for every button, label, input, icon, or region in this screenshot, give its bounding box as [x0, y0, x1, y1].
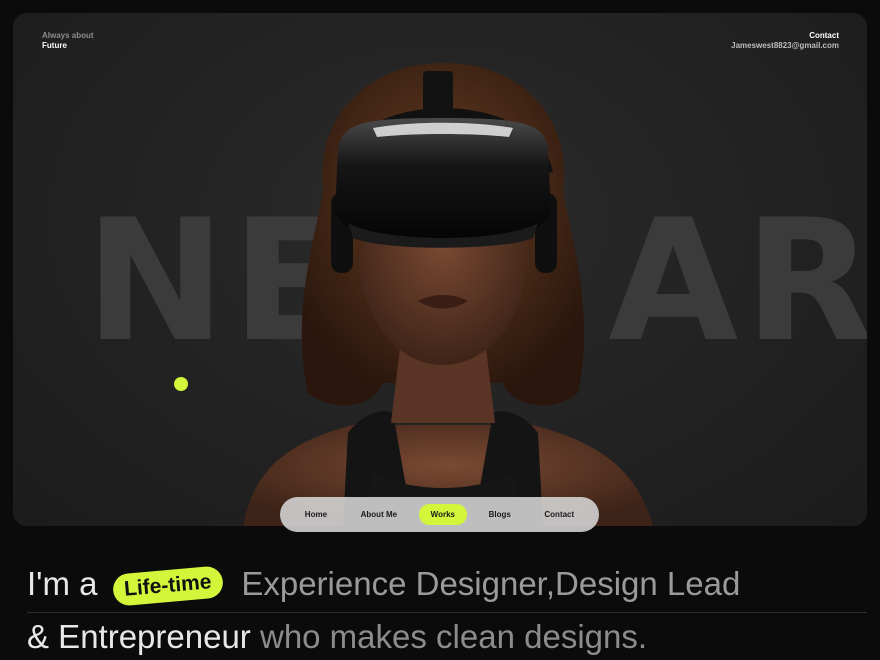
life-time-badge: Life-time [111, 565, 224, 607]
intro-line-2-lead: & Entrepreneur [27, 618, 251, 655]
contact-label: Contact [809, 31, 839, 40]
nav-item-blogs[interactable]: Blogs [477, 504, 523, 525]
intro-line-1-lead: I'm a [27, 565, 98, 602]
tagline-strong: Future [42, 41, 67, 50]
nav-item-contact[interactable]: Contact [532, 504, 586, 525]
contact-email-link[interactable]: Jameswest8823@gmail.com [731, 41, 839, 51]
main-nav: Home About Me Works Blogs Contact [280, 497, 599, 532]
nav-item-about-me[interactable]: About Me [349, 504, 409, 525]
intro-line-2-rest: who makes clean designs. [250, 618, 648, 655]
divider [27, 612, 867, 613]
nav-item-works[interactable]: Works [418, 504, 467, 525]
hero-card: Always about Future Contact Jameswest882… [13, 13, 867, 526]
contact-block: Contact Jameswest8823@gmail.com [731, 31, 839, 51]
hero-portrait-image [243, 63, 653, 526]
intro-line-2: & Entrepreneur who makes clean designs. [27, 615, 647, 659]
accent-dot-icon [174, 377, 188, 391]
intro-line-1: I'm a Life-time Experience Designer,Desi… [27, 562, 741, 607]
intro-line-1-rest: Experience Designer,Design Lead [241, 565, 741, 602]
tagline-muted: Always about [42, 31, 94, 40]
tagline: Always about Future [42, 31, 94, 51]
nav-item-home[interactable]: Home [293, 504, 339, 525]
